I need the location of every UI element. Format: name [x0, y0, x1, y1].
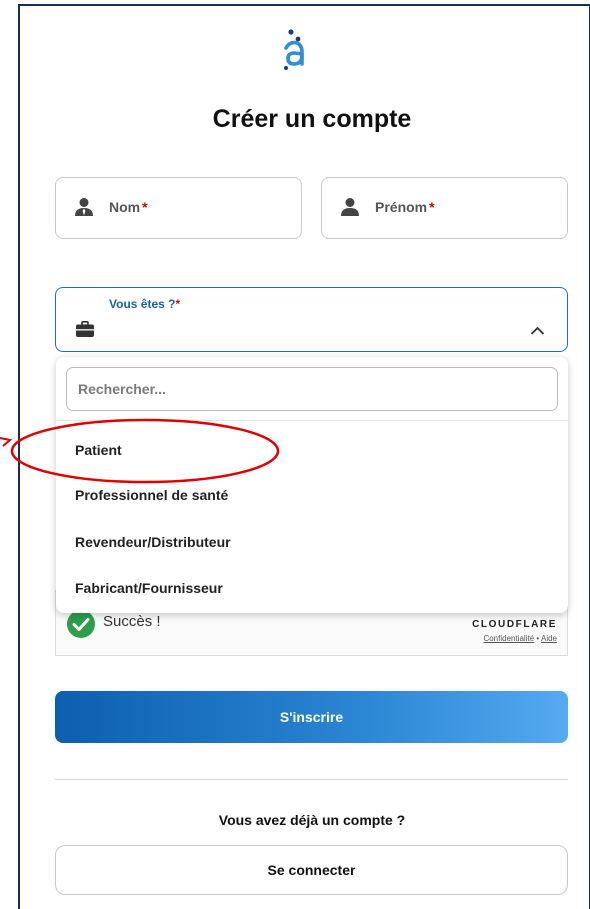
- annotation-arrow-icon: [0, 437, 13, 447]
- nom-required-mark: *: [142, 199, 148, 215]
- captcha-status: Succès !: [103, 613, 161, 630]
- already-account-text: Vous avez déjà un compte ?: [218, 812, 406, 828]
- signup-button[interactable]: S'inscrire: [55, 691, 568, 743]
- links-separator: •: [536, 634, 540, 643]
- user-type-dropdown: Patient Professionnel de santé Revendeur…: [56, 357, 568, 613]
- user-tie-icon: [75, 198, 93, 216]
- user-type-label: Vous êtes ?: [109, 297, 176, 311]
- chevron-up-icon[interactable]: [530, 326, 545, 335]
- app-logo: [0, 28, 590, 75]
- nom-field[interactable]: Nom *: [55, 177, 302, 239]
- login-button[interactable]: Se connecter: [55, 845, 568, 895]
- cloudflare-logo: CLOUDFLARE: [472, 619, 557, 630]
- prenom-required-mark: *: [429, 199, 435, 215]
- help-link[interactable]: Aide: [541, 634, 557, 643]
- user-type-required-mark: *: [175, 297, 181, 311]
- nom-label: Nom: [109, 199, 141, 215]
- option-patient[interactable]: Patient: [56, 430, 568, 470]
- option-revendeur-distributeur[interactable]: Revendeur/Distributeur: [56, 522, 568, 562]
- briefcase-icon: [76, 321, 94, 337]
- option-professionnel-de-sante[interactable]: Professionnel de santé: [56, 475, 568, 515]
- success-check-icon: [67, 610, 95, 638]
- divider: [55, 779, 568, 780]
- dropdown-divider: [56, 420, 568, 421]
- privacy-link[interactable]: Confidentialité: [483, 634, 534, 643]
- page-title: Créer un compte: [212, 105, 412, 133]
- prenom-field[interactable]: Prénom *: [321, 177, 568, 239]
- user-icon: [341, 198, 359, 216]
- user-type-select[interactable]: Vous êtes ?*: [55, 287, 568, 352]
- dropdown-search-input[interactable]: [66, 367, 558, 411]
- option-fabricant-fournisseur[interactable]: Fabricant/Fournisseur: [56, 568, 568, 608]
- prenom-label: Prénom: [375, 199, 428, 215]
- logo-a-icon: [284, 29, 304, 70]
